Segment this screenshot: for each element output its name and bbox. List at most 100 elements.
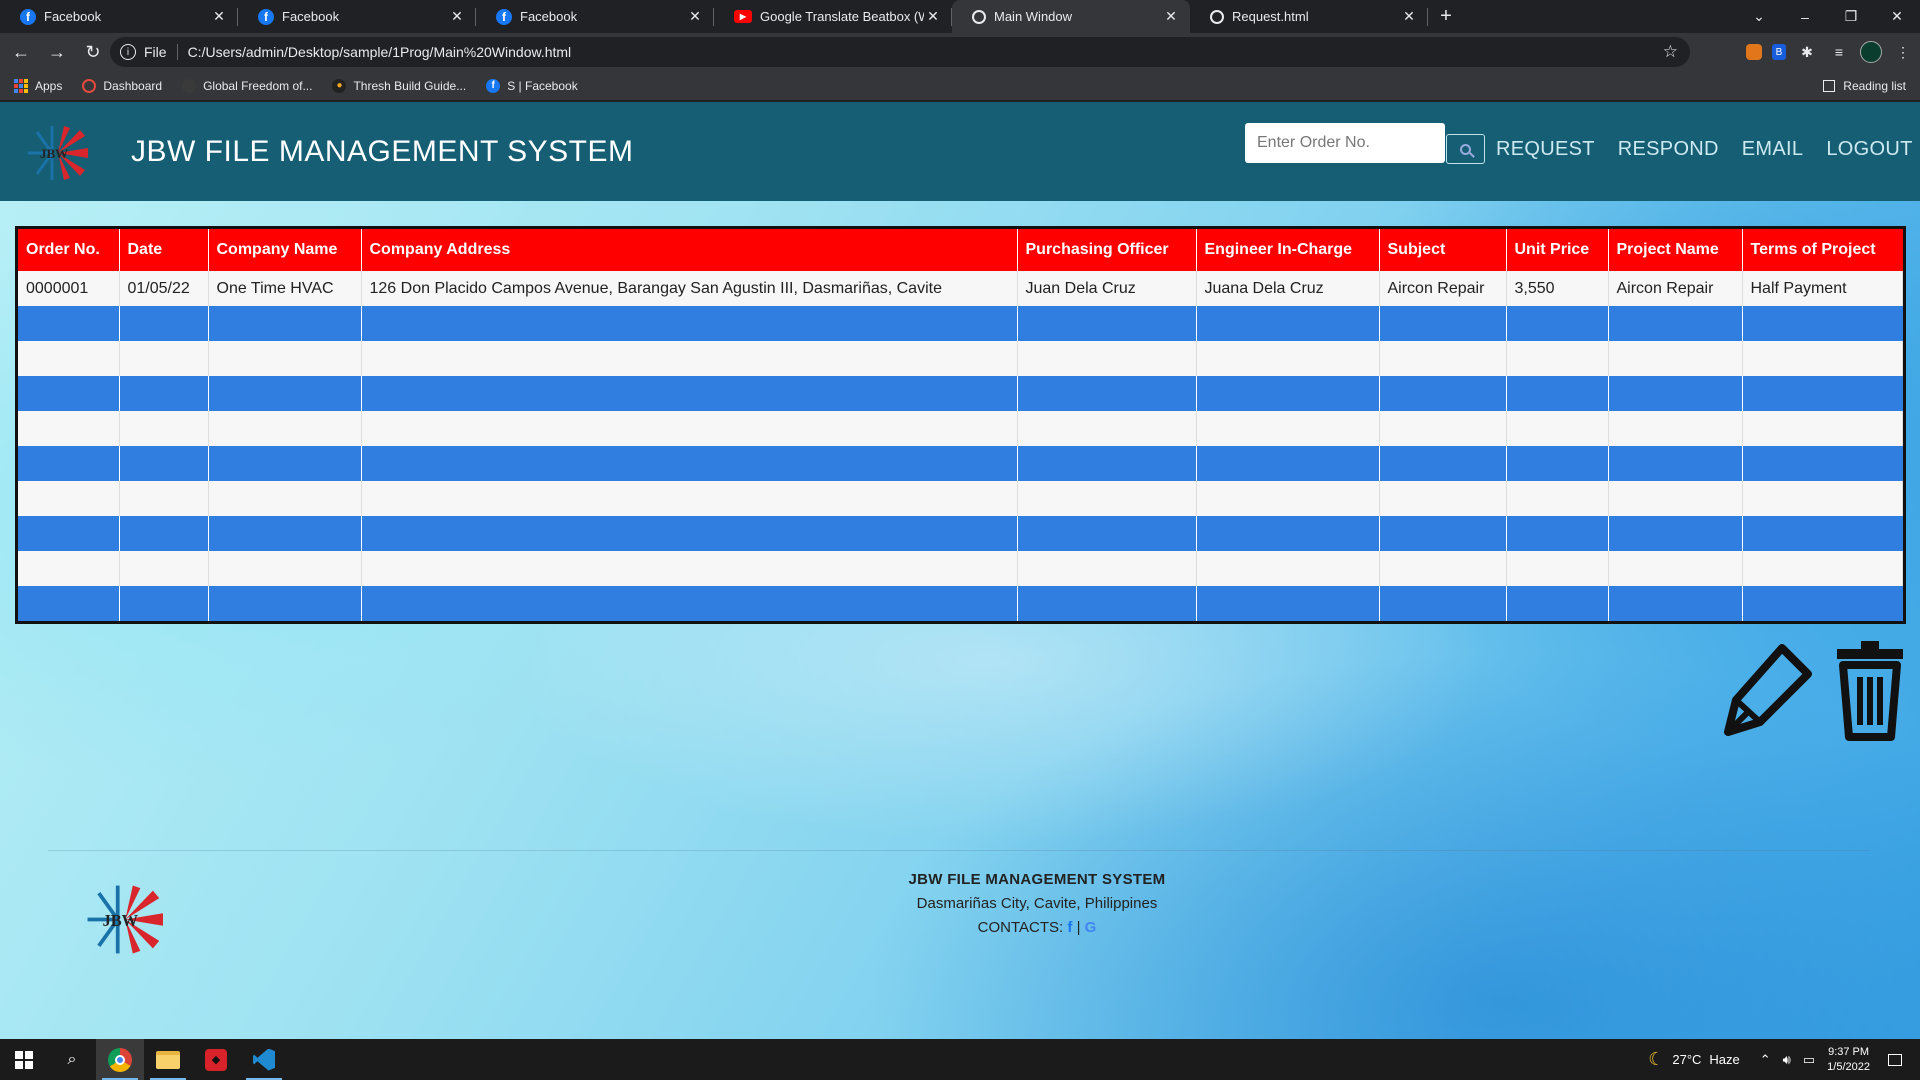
bitwarden-icon[interactable]: B [1772, 44, 1786, 60]
column-header[interactable]: Company Name [208, 229, 362, 271]
info-icon[interactable]: i [120, 44, 136, 60]
minimize-button[interactable]: – [1782, 9, 1828, 25]
table-row[interactable] [18, 516, 1903, 551]
nav-respond[interactable]: RESPOND [1618, 138, 1719, 161]
nav-request[interactable]: REQUEST [1496, 138, 1595, 161]
tab-search-icon[interactable]: ⌄ [1736, 8, 1782, 25]
weather-temp[interactable]: 27°C [1672, 1052, 1701, 1067]
table-row[interactable] [18, 586, 1903, 621]
menu-kebab-icon[interactable]: ⋮ [1892, 41, 1914, 63]
search-button[interactable]: ⌕ [48, 1039, 96, 1080]
bookmark-site-icon [182, 78, 197, 93]
forward-button[interactable]: → [42, 37, 72, 67]
reading-list[interactable]: Reading list [1823, 79, 1906, 93]
column-header[interactable]: Date [119, 229, 209, 271]
browser-tab[interactable]: f Facebook ✕ [476, 0, 714, 33]
table-row[interactable] [18, 341, 1903, 376]
table-cell [1506, 376, 1609, 411]
table-cell [361, 446, 1018, 481]
bookmark-apps[interactable]: Apps [14, 78, 62, 93]
metamask-icon[interactable] [1746, 44, 1762, 60]
profile-avatar[interactable] [1860, 41, 1882, 63]
new-tab-button[interactable]: + [1428, 0, 1464, 33]
footer-title: JBW FILE MANAGEMENT SYSTEM [908, 871, 1166, 888]
back-button[interactable]: ← [6, 37, 36, 67]
table-cell [208, 306, 362, 341]
notification-icon[interactable] [1888, 1053, 1902, 1066]
taskbar-chrome[interactable] [96, 1039, 144, 1080]
table-cell [1608, 446, 1743, 481]
trash-icon[interactable] [1833, 637, 1907, 741]
browser-tab-active[interactable]: Main Window ✕ [952, 0, 1190, 33]
facebook-icon[interactable]: f [1067, 919, 1072, 936]
folder-icon [156, 1050, 180, 1069]
windows-icon [15, 1050, 33, 1069]
browser-tab[interactable]: f Facebook ✕ [0, 0, 238, 33]
bookmark-star-icon[interactable]: ☆ [1663, 42, 1678, 62]
weather-desc[interactable]: Haze [1709, 1052, 1739, 1067]
table-cell [361, 341, 1018, 376]
column-header[interactable]: Subject [1379, 229, 1507, 271]
column-header[interactable]: Order No. [18, 229, 120, 271]
media-queue-icon[interactable]: ≡ [1828, 41, 1850, 63]
close-icon[interactable]: ✕ [924, 8, 942, 25]
table-row[interactable]: 0000001 01/05/22 One Time HVAC 126 Don Plac… [18, 271, 1903, 306]
edit-pen-icon[interactable] [1720, 642, 1814, 737]
chevron-up-icon[interactable]: ⌃ [1760, 1052, 1771, 1068]
table-cell: Aircon Repair [1608, 271, 1743, 306]
table-row[interactable] [18, 481, 1903, 516]
bookmark-item[interactable]: ● Thresh Build Guide... [332, 78, 466, 93]
table-row[interactable] [18, 411, 1903, 446]
table-row[interactable] [18, 551, 1903, 586]
table-row[interactable] [18, 446, 1903, 481]
address-bar[interactable]: i File C:/Users/admin/Desktop/sample/1Pr… [110, 37, 1690, 67]
nav-email[interactable]: EMAIL [1742, 138, 1804, 161]
globe-icon [1210, 9, 1224, 24]
google-icon[interactable]: G [1085, 919, 1097, 936]
bookmark-item[interactable]: f S | Facebook [486, 78, 578, 93]
tab-label: Facebook [44, 9, 102, 24]
table-cell [1017, 481, 1197, 516]
taskbar-vscode[interactable] [240, 1039, 288, 1080]
column-header[interactable]: Company Address [361, 229, 1018, 271]
table-row[interactable] [18, 306, 1903, 341]
bookmark-item[interactable]: Global Freedom of... [182, 78, 312, 93]
close-icon[interactable]: ✕ [686, 8, 704, 25]
start-button[interactable] [0, 1039, 48, 1080]
browser-tab[interactable]: ▶ Google Translate Beatbox (WORKS) ✕ [714, 0, 952, 33]
svg-text:JBW: JBW [40, 146, 68, 161]
column-header[interactable]: Engineer In-Charge [1196, 229, 1380, 271]
search-button[interactable] [1446, 134, 1485, 164]
column-header[interactable]: Unit Price [1506, 229, 1609, 271]
clock[interactable]: 9:37 PM 1/5/2022 [1827, 1045, 1870, 1075]
bookmark-item[interactable]: Dashboard [82, 78, 162, 93]
footer-address: Dasmariñas City, Cavite, Philippines [916, 895, 1158, 912]
network-icon[interactable]: ▭ [1803, 1052, 1815, 1068]
taskbar-game-app[interactable]: ◆ [192, 1039, 240, 1080]
close-icon[interactable]: ✕ [210, 8, 228, 25]
close-icon[interactable]: ✕ [448, 8, 466, 25]
close-icon[interactable]: ✕ [1400, 8, 1418, 25]
order-search-input[interactable] [1245, 123, 1445, 163]
table-cell [1506, 446, 1609, 481]
column-header[interactable]: Terms of Project [1742, 229, 1903, 271]
reload-button[interactable]: ↻ [78, 37, 108, 67]
address-url[interactable]: C:/Users/admin/Desktop/sample/1Prog/Main… [188, 44, 572, 60]
browser-tab[interactable]: Request.html ✕ [1190, 0, 1428, 33]
column-header[interactable]: Project Name [1608, 229, 1743, 271]
system-tray: ☾ 27°C Haze ⌃ 🔊︎ ▭ 9:37 PM 1/5/2022 [1648, 1039, 1920, 1080]
table-cell [208, 586, 362, 621]
taskbar-file-explorer[interactable] [144, 1039, 192, 1080]
close-window-button[interactable]: ✕ [1874, 8, 1920, 25]
restore-button[interactable]: ❐ [1828, 8, 1874, 25]
volume-icon[interactable]: 🔊︎ [1783, 1052, 1791, 1068]
browser-tab[interactable]: f Facebook ✕ [238, 0, 476, 33]
nav-logout[interactable]: LOGOUT [1826, 138, 1912, 161]
table-cell [208, 551, 362, 586]
column-header[interactable]: Purchasing Officer [1017, 229, 1197, 271]
table-cell [361, 411, 1018, 446]
table-cell: 0000001 [18, 271, 120, 306]
close-icon[interactable]: ✕ [1162, 8, 1180, 25]
table-row[interactable] [18, 376, 1903, 411]
extensions-puzzle-icon[interactable]: ✱ [1796, 41, 1818, 63]
